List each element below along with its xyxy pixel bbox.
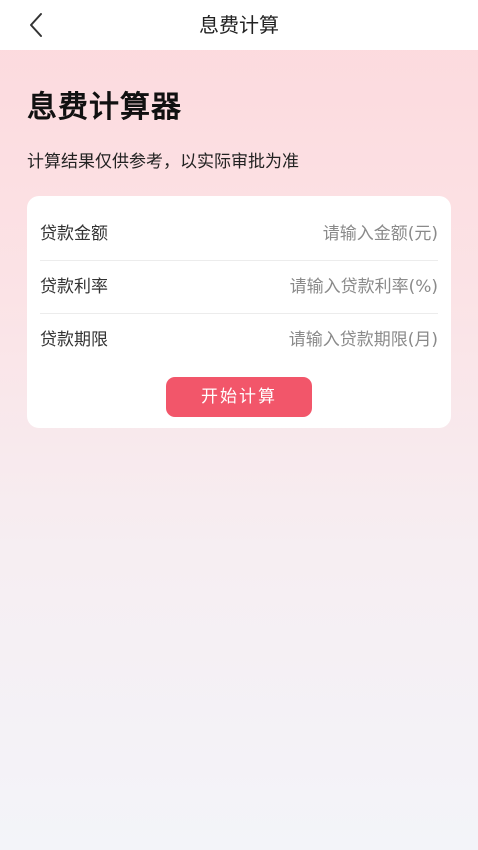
loan-amount-input[interactable] — [198, 220, 438, 248]
page-title: 息费计算 — [199, 13, 279, 37]
calculator-heading: 息费计算器 — [27, 90, 182, 125]
loan-amount-label: 贷款金额 — [40, 224, 108, 244]
top-nav-bar: 息费计算 — [0, 0, 478, 50]
loan-rate-row: 贷款利率 — [40, 261, 438, 314]
loan-rate-input[interactable] — [198, 273, 438, 301]
loan-amount-row: 贷款金额 — [40, 208, 438, 261]
disclaimer-text: 计算结果仅供参考，以实际审批为准 — [27, 152, 299, 172]
loan-term-row: 贷款期限 — [40, 314, 438, 366]
start-calculation-button[interactable]: 开始计算 — [166, 377, 312, 417]
calculator-form-card: 贷款金额 贷款利率 贷款期限 开始计算 — [27, 196, 451, 428]
loan-rate-label: 贷款利率 — [40, 277, 108, 297]
loan-term-label: 贷款期限 — [40, 330, 108, 350]
loan-term-input[interactable] — [198, 326, 438, 354]
